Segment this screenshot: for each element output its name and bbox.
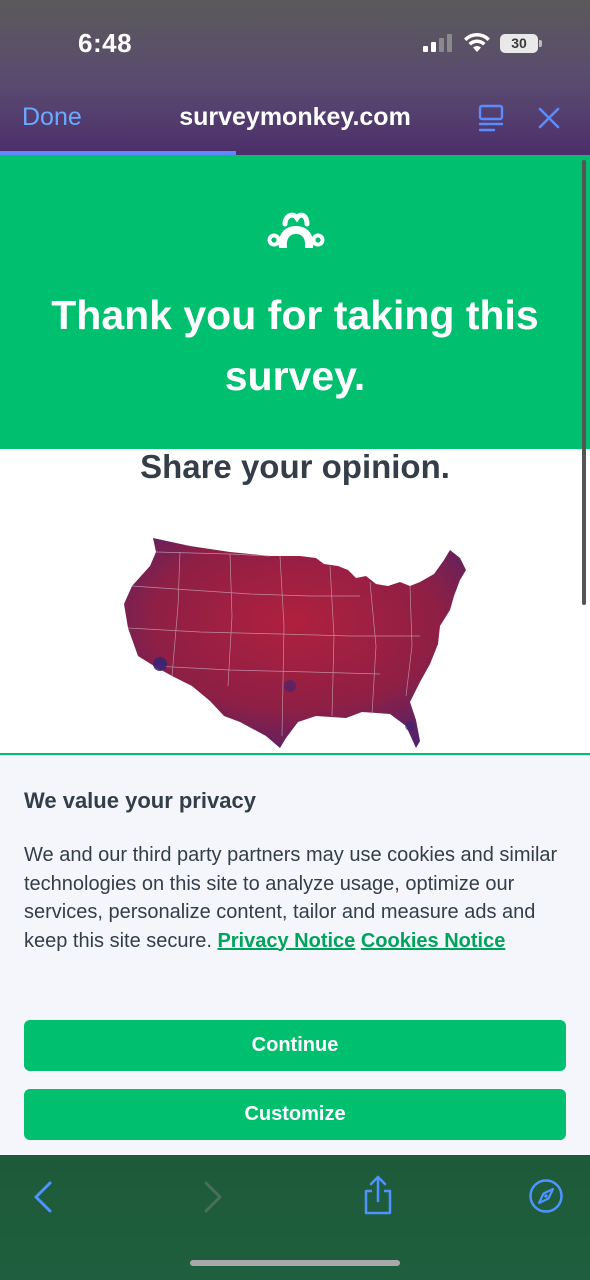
thank-you-hero: Thank you for taking this survey. (0, 155, 590, 449)
privacy-body-text: We and our third party partners may use … (24, 841, 572, 955)
reader-icon[interactable] (478, 104, 504, 132)
battery-icon: 30 (500, 34, 542, 53)
home-indicator[interactable] (190, 1260, 400, 1266)
done-button[interactable]: Done (22, 103, 82, 132)
wifi-icon (464, 32, 490, 52)
share-opinion-title: Share your opinion. (140, 448, 450, 485)
status-time: 6:48 (78, 28, 133, 58)
bottom-toolbar (0, 1155, 590, 1280)
privacy-banner: We value your privacy We and our third p… (0, 753, 590, 1155)
customize-button[interactable]: Customize (24, 1089, 566, 1140)
privacy-notice-link[interactable]: Privacy Notice (217, 930, 355, 952)
forward-icon (204, 1181, 222, 1213)
signal-icon (423, 34, 452, 52)
close-icon[interactable] (537, 106, 561, 130)
page-scrollbar[interactable] (582, 160, 586, 605)
surveymonkey-logo (267, 212, 325, 248)
privacy-title: We value your privacy (24, 788, 256, 813)
back-icon[interactable] (30, 1180, 56, 1214)
cookies-notice-link[interactable]: Cookies Notice (361, 930, 505, 952)
continue-button[interactable]: Continue (24, 1020, 566, 1071)
us-map (124, 538, 466, 748)
thank-you-title: Thank you for taking this survey. (51, 292, 539, 399)
share-icon[interactable] (362, 1175, 394, 1215)
top-chrome: 6:48 30 Done surveymonkey.com (0, 0, 590, 155)
compass-icon[interactable] (528, 1178, 564, 1214)
